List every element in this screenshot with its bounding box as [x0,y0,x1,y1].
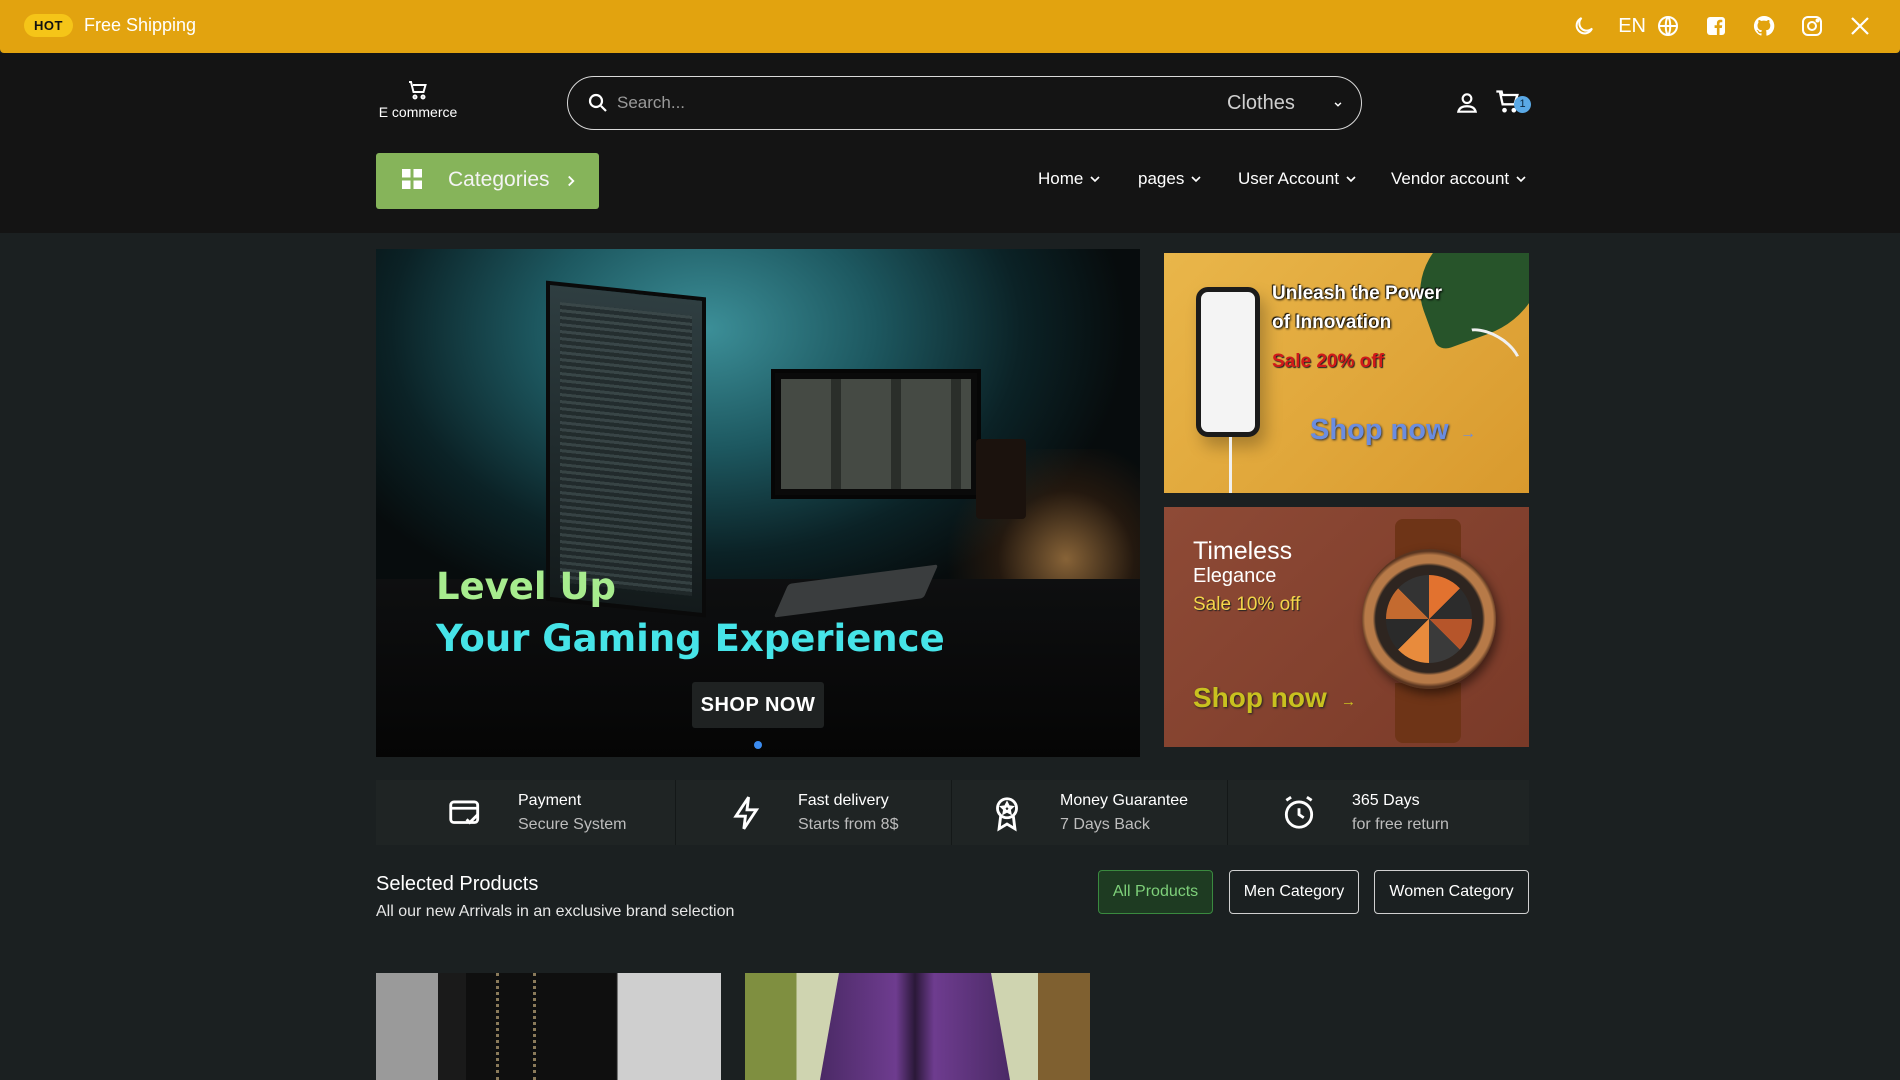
alarm-icon [1284,795,1314,829]
grid-icon [402,169,422,189]
hero-line-1: Level Up [436,565,616,608]
feature-title: Money Guarantee [1060,792,1189,809]
feature-title: Fast delivery [798,792,889,809]
promo-title: Timeless [1193,537,1293,565]
promo-sale: Sale 10% off [1193,594,1301,615]
search-category-select[interactable]: Clothes [1227,92,1295,115]
user-icon[interactable] [1454,90,1480,116]
award-icon [996,797,1018,832]
feature-title: Payment [518,792,582,809]
feature-subtitle: for free return [1352,816,1449,833]
site-header: E commerce Search... Clothes 1 Categorie… [0,53,1900,233]
chevron-down-icon[interactable] [1331,97,1345,111]
product-card[interactable] [745,973,1090,1080]
chevron-down-icon [1346,176,1356,183]
free-shipping-text: Free Shipping [84,15,197,35]
nav-pages[interactable]: pages [1138,169,1204,189]
hot-badge: HOT [24,14,73,37]
promo-banner-watch[interactable]: Timeless Elegance Sale 10% off Shop now … [1164,507,1529,747]
logo[interactable]: E commerce [376,78,460,120]
product-image [820,973,1010,1080]
watch-face [1386,575,1472,663]
feature-delivery: Fast delivery Starts from 8$ [676,780,952,845]
section-subtitle: All our new Arrivals in an exclusive bra… [376,903,735,920]
arrow-right-icon: → [1460,425,1476,442]
language-label[interactable]: EN [1618,15,1646,38]
features-bar: Payment Secure System Fast delivery Star… [376,780,1529,845]
tab-all-products[interactable]: All Products [1098,870,1213,914]
x-icon[interactable] [1846,12,1874,40]
arrow-right-icon: → [1341,693,1356,710]
product-image [466,973,616,1080]
phone-image [1196,287,1260,437]
search-icon[interactable] [586,91,610,115]
feature-guarantee: Money Guarantee 7 Days Back [952,780,1228,845]
hero-slider[interactable]: Level Up Your Gaming Experience SHOP NOW [376,249,1140,757]
tab-men-category[interactable]: Men Category [1229,870,1359,914]
feature-subtitle: Secure System [518,816,627,833]
promo-subtitle: Elegance [1193,565,1277,587]
cart-icon [409,81,427,100]
feature-subtitle: 7 Days Back [1060,816,1150,833]
search-bar: Search... Clothes [567,76,1362,130]
nav-vendor-account-label: Vendor account [1391,169,1510,188]
hero-headline: Level Up Your Gaming Experience [436,561,945,665]
search-input[interactable]: Search... [617,93,685,113]
nav-home[interactable]: Home [1038,169,1103,189]
promo-shop-now-link[interactable]: Shop now [1310,414,1449,447]
promo-title: Unleash the Power of Innovation [1272,283,1442,333]
nav-user-account-label: User Account [1238,169,1340,188]
section-title: Selected Products [376,873,539,895]
nav-pages-label: pages [1138,169,1185,188]
hero-line-2: Your Gaming Experience [436,617,945,660]
cable-image [1229,437,1232,493]
github-icon[interactable] [1750,12,1778,40]
categories-button[interactable]: Categories [376,153,599,209]
chevron-right-icon [568,175,575,187]
feature-subtitle: Starts from 8$ [798,816,899,833]
feature-title: 365 Days [1352,792,1420,809]
feature-returns: 365 Days for free return [1228,780,1529,845]
tab-women-category[interactable]: Women Category [1374,870,1529,914]
product-card[interactable] [376,973,721,1080]
speaker-image [976,439,1026,519]
logo-text: E commerce [378,104,458,120]
facebook-icon[interactable] [1702,12,1730,40]
product-image-detail [496,973,536,1080]
feature-payment: Payment Secure System [376,780,676,845]
instagram-icon[interactable] [1798,12,1826,40]
card-check-icon [449,800,480,825]
bolt-icon [733,796,760,830]
promo-banner-phone[interactable]: Unleash the Power of Innovation Sale 20%… [1164,253,1529,493]
nav-vendor-account[interactable]: Vendor account [1391,169,1529,189]
chevron-down-icon [1516,176,1526,183]
slider-dot[interactable] [754,741,762,749]
globe-icon[interactable] [1654,12,1682,40]
watch-strap [1395,683,1461,743]
promo-sale: Sale 20% off [1272,351,1384,372]
categories-label: Categories [448,168,550,191]
nav-home-label: Home [1038,169,1084,188]
promo-shop-now-link[interactable]: Shop now [1193,682,1327,714]
chevron-down-icon [1191,176,1201,183]
announcement-bar: HOT Free Shipping EN [0,0,1900,53]
nav-user-account[interactable]: User Account [1238,169,1359,189]
hero-shop-now-button[interactable]: SHOP NOW [692,682,824,728]
cart-count-badge: 1 [1514,96,1531,113]
topbar-actions: EN [1570,12,1874,40]
moon-icon[interactable] [1570,12,1598,40]
chevron-down-icon [1090,176,1100,183]
monitor-image [771,369,981,499]
